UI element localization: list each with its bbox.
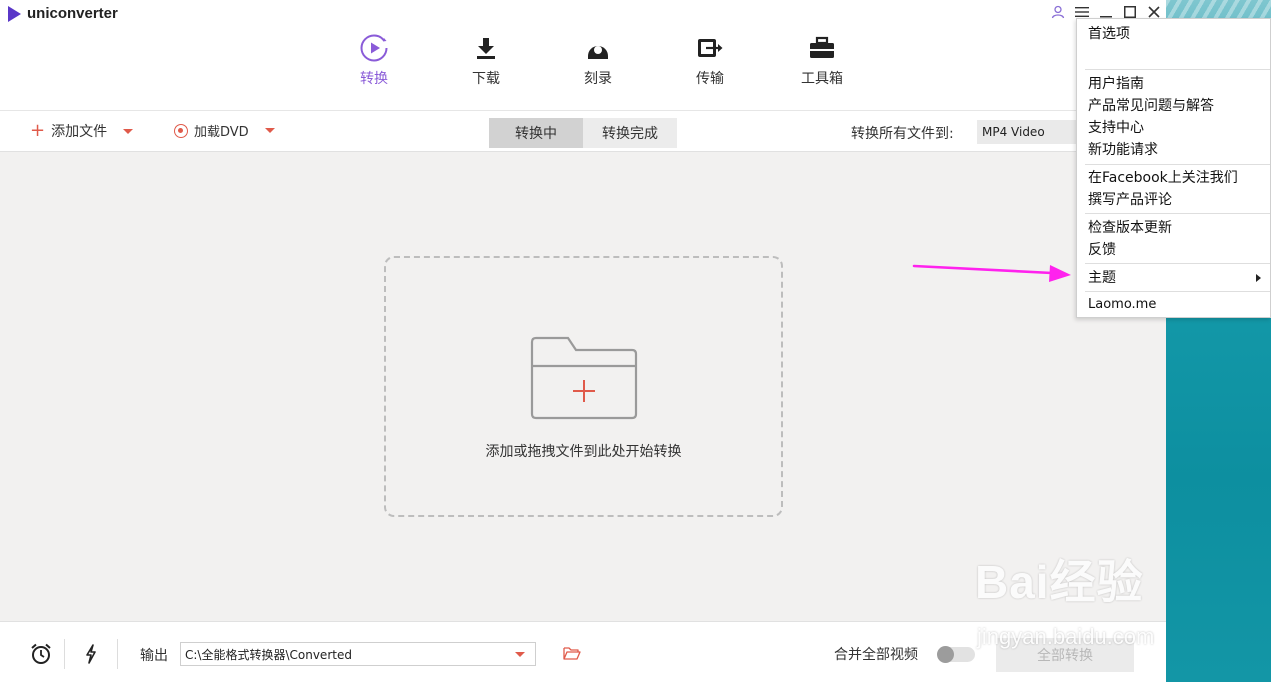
tab-label: 工具箱	[801, 71, 843, 87]
main-nav: 转换 下载 刻录 传输 工具箱	[318, 26, 878, 112]
toggle-knob	[937, 646, 954, 663]
menu-divider	[1085, 263, 1270, 264]
logo-play-icon	[8, 5, 21, 22]
load-dvd-button[interactable]: 加载DVD	[174, 121, 275, 140]
tab-label: 下载	[472, 71, 500, 87]
high-speed-icon[interactable]	[84, 644, 98, 668]
tab-converted[interactable]: 转换完成	[583, 118, 677, 148]
menu-divider	[1085, 213, 1270, 214]
output-path-value: C:\全能格式转换器\Converted	[185, 647, 352, 662]
menu-item-faq[interactable]: 产品常见问题与解答	[1088, 95, 1214, 115]
chevron-down-icon[interactable]	[123, 128, 134, 134]
output-format-select[interactable]: MP4 Video	[977, 120, 1077, 144]
menu-divider	[1085, 69, 1270, 70]
menu-item-facebook[interactable]: 在Facebook上关注我们	[1088, 167, 1238, 187]
app-logo: uniconverter	[8, 5, 118, 22]
tab-transfer[interactable]: 传输	[654, 26, 766, 112]
menu-item-write-review[interactable]: 撰写产品评论	[1088, 189, 1172, 209]
menu-item-support-center[interactable]: 支持中心	[1088, 117, 1144, 137]
chevron-down-icon[interactable]	[515, 652, 525, 657]
toolbar: + 添加文件 加载DVD 转换中 转换完成 转换所有文件到: MP4 Video	[0, 111, 1166, 152]
annotation-arrow-icon	[912, 264, 1071, 282]
watermark-url: jingyan.baidu.com	[977, 624, 1155, 649]
menu-item-feature-request[interactable]: 新功能请求	[1088, 139, 1158, 159]
menu-item-check-update[interactable]: 检查版本更新	[1088, 217, 1172, 237]
tab-label: 传输	[696, 71, 724, 87]
open-folder-icon[interactable]	[563, 646, 581, 664]
merge-label: 合并全部视频	[834, 647, 918, 663]
divider	[117, 639, 118, 669]
output-path-select[interactable]: C:\全能格式转换器\Converted	[180, 642, 536, 666]
menu-item-user-guide[interactable]: 用户指南	[1088, 73, 1144, 93]
add-files-label: 添加文件	[51, 124, 108, 140]
tab-convert[interactable]: 转换	[318, 26, 430, 112]
tab-label: 转换	[360, 71, 388, 87]
main-menu-dropdown: 首选项 用户指南 产品常见问题与解答 支持中心 新功能请求 在Facebook上…	[1076, 18, 1271, 318]
submenu-arrow-icon	[1256, 274, 1261, 282]
toolbox-icon	[806, 32, 838, 64]
drop-hint: 添加或拖拽文件到此处开始转换	[485, 444, 682, 460]
output-label: 输出	[140, 648, 168, 664]
menu-divider	[1085, 291, 1270, 292]
dvd-icon	[174, 123, 188, 138]
transfer-icon	[694, 32, 726, 64]
tab-converting[interactable]: 转换中	[489, 118, 583, 148]
user-icon[interactable]	[1048, 2, 1068, 22]
add-files-button[interactable]: + 添加文件	[30, 120, 134, 141]
app-name: uniconverter	[27, 5, 118, 22]
tab-label: 刻录	[584, 71, 612, 87]
divider	[64, 639, 65, 669]
menu-item-preferences[interactable]: 首选项	[1088, 23, 1130, 43]
convert-icon	[358, 32, 390, 64]
tab-toolbox[interactable]: 工具箱	[766, 26, 878, 112]
menu-item-laomo[interactable]: Laomo.me	[1088, 297, 1156, 312]
menu-item-feedback[interactable]: 反馈	[1088, 239, 1116, 259]
menu-divider	[1085, 164, 1270, 165]
status-segment: 转换中 转换完成	[489, 118, 677, 148]
plus-icon: +	[30, 120, 46, 141]
burn-disc-icon	[582, 32, 614, 64]
watermark-brand: Bai经验	[975, 556, 1144, 608]
alarm-clock-icon[interactable]	[30, 643, 52, 669]
load-dvd-label: 加载DVD	[194, 125, 249, 140]
tab-burn[interactable]: 刻录	[542, 26, 654, 112]
merge-toggle[interactable]	[937, 646, 975, 663]
menu-item-theme[interactable]: 主题	[1088, 267, 1116, 287]
chevron-down-icon[interactable]	[264, 128, 275, 133]
add-folder-icon[interactable]	[530, 336, 638, 424]
download-icon	[470, 32, 502, 64]
drop-zone[interactable]: 添加或拖拽文件到此处开始转换	[384, 256, 783, 517]
convert-all-to-label: 转换所有文件到:	[851, 126, 954, 142]
tab-download[interactable]: 下载	[430, 26, 542, 112]
